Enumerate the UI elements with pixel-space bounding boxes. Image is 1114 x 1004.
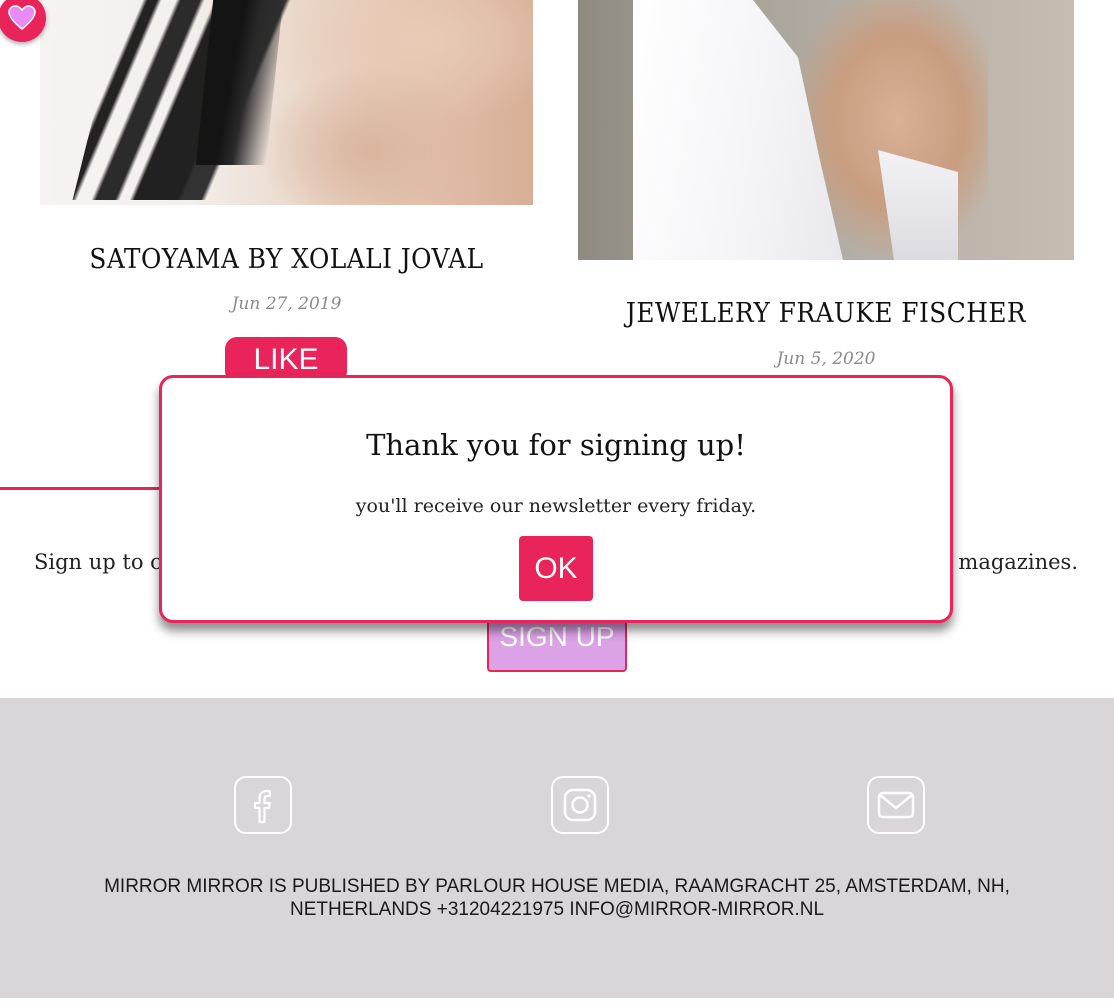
- publisher-contact[interactable]: NETHERLANDS +31204221975 INFO@MIRROR-MIR…: [60, 898, 1054, 921]
- instagram-icon: [563, 788, 597, 822]
- mail-icon: [877, 791, 915, 819]
- article-image-satoyama[interactable]: [40, 0, 533, 205]
- publisher-address: MIRROR MIRROR IS PUBLISHED BY PARLOUR HO…: [104, 876, 1010, 897]
- facebook-link[interactable]: [234, 776, 292, 834]
- instagram-link[interactable]: [551, 776, 609, 834]
- signup-text-start: Sign up to c: [34, 550, 162, 574]
- heart-icon: [8, 5, 36, 30]
- article-date: Jun 27, 2019: [231, 294, 342, 314]
- page: SATOYAMA BY XOLALI JOVAL Jun 27, 2019 LI…: [0, 0, 1114, 1004]
- article-date: Jun 5, 2020: [776, 349, 876, 369]
- facebook-icon: [253, 789, 272, 824]
- article-image-jewelery[interactable]: [578, 0, 1074, 260]
- email-link[interactable]: [867, 776, 925, 834]
- article-title[interactable]: SATOYAMA BY XOLALI JOVAL: [60, 244, 514, 275]
- dialog-title: Thank you for signing up!: [366, 428, 746, 462]
- article-title[interactable]: JEWELERY FRAUKE FISCHER: [598, 298, 1054, 329]
- publisher-info: MIRROR MIRROR IS PUBLISHED BY PARLOUR HO…: [60, 875, 1054, 921]
- ok-button[interactable]: OK: [519, 536, 593, 601]
- signup-confirmation-dialog: Thank you for signing up! you'll receive…: [159, 375, 953, 623]
- signup-text-end: l magazines.: [945, 550, 1078, 574]
- dialog-message: you'll receive our newsletter every frid…: [355, 495, 757, 517]
- footer: MIRROR MIRROR IS PUBLISHED BY PARLOUR HO…: [0, 698, 1114, 998]
